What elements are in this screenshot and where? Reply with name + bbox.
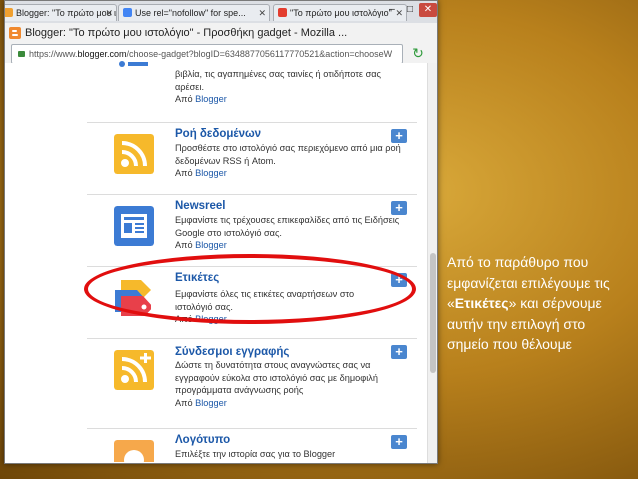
- tab-blogger[interactable]: Blogger: "Το πρώτο μου ι... ✕: [5, 4, 117, 21]
- divider: [87, 428, 417, 429]
- gadget-title[interactable]: Λογότυπο: [175, 434, 230, 446]
- author-prefix: Από: [175, 94, 193, 104]
- gadget-description: βιβλία, τις αγαπημένες σας ταινίες ή οτι…: [175, 69, 381, 92]
- tab-close-icon[interactable]: ✕: [258, 5, 266, 21]
- scrollbar[interactable]: [427, 63, 437, 463]
- add-gadget-button[interactable]: +: [391, 201, 407, 215]
- tab-nofollow[interactable]: Use rel="nofollow" for spe... ✕: [118, 4, 270, 21]
- gadget-description: Προσθέστε στο ιστολόγιό σας περιεχόμενο …: [175, 143, 401, 166]
- author-link[interactable]: Blogger: [195, 94, 227, 104]
- google-favicon-icon: [123, 8, 132, 17]
- url-path: /choose-gadget?blogID=634887705611777052…: [126, 49, 393, 59]
- window-title: Blogger: "Το πρώτο μου ιστολόγιο" - Προσ…: [25, 27, 348, 39]
- url-prefix: https://www.: [29, 49, 78, 59]
- tab-label: Use rel="nofollow" for spe...: [135, 8, 246, 18]
- window-titlebar: Blogger: "Το πρώτο μου ιστολόγιο" - Προσ…: [5, 23, 437, 43]
- tab-label: Blogger: "Το πρώτο μου ι...: [16, 8, 117, 18]
- divider: [87, 122, 417, 123]
- rss-icon: [114, 134, 154, 174]
- instruction-caption: Από το παράθυρο που εμφανίζεται επιλέγου…: [447, 252, 627, 355]
- gadget-description: Εμφανίστε τις τρέχουσες επικεφαλίδες από…: [175, 215, 400, 238]
- author-link[interactable]: Blogger: [195, 398, 227, 408]
- blog-favicon-icon: [278, 8, 287, 17]
- add-gadget-button[interactable]: +: [391, 345, 407, 359]
- gadget-author: Από Blogger: [175, 240, 227, 250]
- gadget-description: Δώστε τη δυνατότητα στους αναγνώστες σας…: [175, 360, 378, 395]
- scrollbar-thumb[interactable]: [430, 253, 436, 373]
- address-bar[interactable]: https://www.blogger.com/choose-gadget?bl…: [11, 44, 403, 64]
- add-gadget-button[interactable]: +: [391, 129, 407, 143]
- gadget-author: Από Blogger: [175, 398, 227, 408]
- divider: [87, 338, 417, 339]
- subscribe-rss-icon: [114, 350, 154, 390]
- gadget-author: Από Blogger: [175, 94, 227, 104]
- gadget-item-list[interactable]: βιβλία, τις αγαπημένες σας ταινίες ή οτι…: [87, 61, 417, 124]
- author-link[interactable]: Blogger: [195, 168, 227, 178]
- lock-icon: [18, 51, 25, 57]
- close-window-button[interactable]: ✕: [419, 3, 437, 17]
- divider: [87, 194, 417, 195]
- caption-highlight: Ετικέτες: [454, 295, 509, 311]
- gadget-title[interactable]: Σύνδεσμοι εγγραφής: [175, 346, 289, 358]
- author-prefix: Από: [175, 240, 193, 250]
- newsreel-icon: [114, 206, 154, 246]
- gadget-item-feed[interactable]: Ροή δεδομένων Προσθέστε στο ιστολόγιό σα…: [87, 122, 417, 194]
- caption-quote-open: «: [447, 295, 455, 311]
- add-gadget-button[interactable]: +: [391, 435, 407, 449]
- author-prefix: Από: [175, 168, 193, 178]
- caption-text: Από το παράθυρο που εμφανίζεται επιλέγου…: [447, 254, 610, 291]
- tab-strip: Blogger: "Το πρώτο μου ι... ✕ Use rel="n…: [5, 1, 437, 23]
- blogger-logo-icon: [9, 27, 21, 39]
- tab-close-icon[interactable]: ✕: [105, 5, 113, 21]
- tab-label: "Το πρώτο μου ιστολόγιο": [290, 8, 392, 18]
- gadget-item-logo[interactable]: Λογότυπο Επιλέξτε την ιστορία σας για το…: [87, 428, 417, 462]
- reload-icon[interactable]: ↻: [409, 44, 427, 62]
- logo-icon: [114, 440, 154, 462]
- gadget-author: Από Blogger: [175, 168, 227, 178]
- author-prefix: Από: [175, 398, 193, 408]
- maximize-button[interactable]: □: [401, 3, 419, 17]
- gadget-item-subscribe[interactable]: Σύνδεσμοι εγγραφής Δώστε τη δυνατότητα σ…: [87, 338, 417, 428]
- gadget-title[interactable]: Newsreel: [175, 200, 226, 212]
- author-link[interactable]: Blogger: [195, 240, 227, 250]
- gadget-title[interactable]: Ροή δεδομένων: [175, 128, 261, 140]
- highlight-ellipse: [84, 254, 416, 324]
- minimize-button[interactable]: –: [383, 3, 401, 17]
- blogger-favicon-icon: [5, 8, 13, 17]
- gadget-description: Επιλέξτε την ιστορία σας για το Blogger: [175, 449, 336, 459]
- list-icon: [119, 61, 148, 67]
